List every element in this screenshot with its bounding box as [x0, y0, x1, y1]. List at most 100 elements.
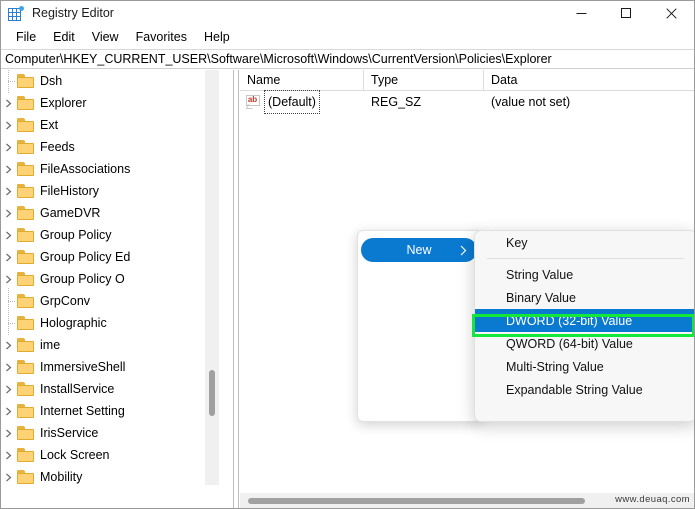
menu-bar: File Edit View Favorites Help [1, 26, 694, 49]
table-row[interactable]: ab (Default) REG_SZ (value not set) [240, 90, 694, 114]
tree-item-label: Internet Setting [40, 404, 125, 418]
chevron-right-icon[interactable] [1, 92, 17, 114]
submenu-item-qword-64-bit-value[interactable]: QWORD (64-bit) Value [475, 332, 694, 355]
chevron-right-icon[interactable] [1, 334, 17, 356]
submenu-item-key[interactable]: Key [475, 231, 694, 254]
window-title: Registry Editor [32, 6, 114, 20]
tree-item-internet-setting[interactable]: Internet Setting [1, 400, 219, 422]
folder-icon [17, 404, 34, 418]
chevron-right-icon[interactable] [1, 422, 17, 444]
value-data-cell: (value not set) [491, 95, 571, 109]
tree-item-mobility[interactable]: Mobility [1, 466, 219, 485]
submenu-item-string-value[interactable]: String Value [475, 263, 694, 286]
minimize-button[interactable] [559, 1, 604, 26]
tree-item-label: FileAssociations [40, 162, 131, 176]
tree-item-group-policy-o[interactable]: Group Policy O [1, 268, 219, 290]
folder-icon [17, 250, 34, 264]
tree-item-installservice[interactable]: InstallService [1, 378, 219, 400]
title-bar: Registry Editor [1, 1, 694, 26]
chevron-right-icon[interactable] [1, 378, 17, 400]
chevron-right-icon[interactable] [1, 136, 17, 158]
chevron-right-icon[interactable] [1, 400, 17, 422]
menu-item-view[interactable]: View [84, 28, 128, 47]
submenu-item-dword-32-bit-value[interactable]: DWORD (32-bit) Value [475, 309, 694, 332]
tree-item-holographic[interactable]: Holographic [1, 310, 219, 336]
close-button[interactable] [649, 1, 694, 26]
folder-icon [17, 338, 34, 352]
maximize-button[interactable] [604, 1, 649, 26]
chevron-right-icon[interactable] [1, 180, 17, 202]
tree-connector [1, 70, 17, 94]
tree-item-group-policy[interactable]: Group Policy [1, 224, 219, 246]
submenu-item-label: DWORD (32-bit) Value [506, 313, 633, 328]
tree-item-gamedvr[interactable]: GameDVR [1, 202, 219, 224]
submenu-item-label: QWORD (64-bit) Value [506, 336, 633, 351]
tree-connector [1, 310, 17, 336]
menu-item-file[interactable]: File [8, 28, 45, 47]
column-header-name[interactable]: Name [240, 70, 364, 90]
tree-item-label: IrisService [40, 426, 99, 440]
tree-scrollbar-thumb[interactable] [209, 370, 215, 416]
folder-icon [17, 162, 34, 176]
tree-item-feeds[interactable]: Feeds [1, 136, 219, 158]
tree-item-filehistory[interactable]: FileHistory [1, 180, 219, 202]
column-header-type[interactable]: Type [364, 70, 484, 90]
registry-path-text: Computer\HKEY_CURRENT_USER\Software\Micr… [5, 51, 552, 66]
chevron-right-icon[interactable] [1, 356, 17, 378]
ab-string-icon: ab [246, 95, 261, 109]
chevron-right-icon[interactable] [1, 268, 17, 290]
menu-item-help[interactable]: Help [196, 28, 239, 47]
chevron-right-icon [460, 238, 467, 262]
tree-item-ime[interactable]: ime [1, 334, 219, 356]
tree-item-immersiveshell[interactable]: ImmersiveShell [1, 356, 219, 378]
chevron-right-icon[interactable] [1, 246, 17, 268]
tree-item-irisservice[interactable]: IrisService [1, 422, 219, 444]
value-type-cell: REG_SZ [371, 95, 422, 109]
submenu-item-label: Binary Value [506, 290, 576, 305]
tree-connector [1, 288, 17, 314]
tree-item-explorer[interactable]: Explorer [1, 92, 219, 114]
tree-item-group-policy-ed[interactable]: Group Policy Ed [1, 246, 219, 268]
tree-item-ext[interactable]: Ext [1, 114, 219, 136]
tree-item-label: Lock Screen [40, 448, 110, 462]
value-name-cell[interactable]: (Default) [264, 90, 320, 114]
address-bar[interactable]: Computer\HKEY_CURRENT_USER\Software\Micr… [1, 49, 694, 69]
folder-icon [17, 316, 34, 330]
context-menu-item-new[interactable]: New [361, 238, 477, 262]
values-column-header: Name Type Data [240, 70, 694, 91]
registry-tree-pane[interactable]: Dsh Explorer Ext Feeds FileAssociations FileH… [1, 70, 233, 508]
chevron-right-icon[interactable] [1, 444, 17, 466]
tree-item-lock-screen[interactable]: Lock Screen [1, 444, 219, 466]
registry-tree-list[interactable]: Dsh Explorer Ext Feeds FileAssociations FileH… [1, 70, 219, 485]
menu-item-favorites[interactable]: Favorites [128, 28, 196, 47]
folder-icon [17, 360, 34, 374]
tree-item-label: FileHistory [40, 184, 100, 198]
registry-editor-window: Registry Editor File Edit View Favorites… [0, 0, 695, 509]
folder-icon [17, 272, 34, 286]
new-value-submenu[interactable]: Key String Value Binary Value DWORD (32-bit… [474, 230, 694, 422]
tree-item-label: Group Policy [40, 228, 112, 242]
chevron-right-icon[interactable] [1, 158, 17, 180]
submenu-item-multi-string-value[interactable]: Multi-String Value [475, 355, 694, 378]
chevron-right-icon[interactable] [1, 202, 17, 224]
tree-item-label: Mobility [40, 470, 83, 484]
chevron-right-icon[interactable] [1, 224, 17, 246]
tree-item-grpconv[interactable]: GrpConv [1, 288, 219, 314]
submenu-item-binary-value[interactable]: Binary Value [475, 286, 694, 309]
submenu-item-expandable-string-value[interactable]: Expandable String Value [475, 378, 694, 401]
menu-separator [487, 258, 684, 259]
folder-icon [17, 448, 34, 462]
tree-item-fileassociations[interactable]: FileAssociations [1, 158, 219, 180]
column-header-data[interactable]: Data [484, 70, 694, 90]
pane-splitter[interactable] [233, 70, 239, 508]
tree-item-label: Group Policy O [40, 272, 125, 286]
tree-item-dsh[interactable]: Dsh [1, 70, 219, 94]
chevron-right-icon[interactable] [1, 466, 17, 485]
menu-item-edit[interactable]: Edit [45, 28, 84, 47]
tree-vertical-scrollbar[interactable] [205, 70, 219, 485]
chevron-right-icon[interactable] [1, 114, 17, 136]
folder-icon [17, 118, 34, 132]
values-scrollbar-thumb[interactable] [248, 498, 585, 504]
folder-icon [17, 184, 34, 198]
tree-item-label: ImmersiveShell [40, 360, 126, 374]
